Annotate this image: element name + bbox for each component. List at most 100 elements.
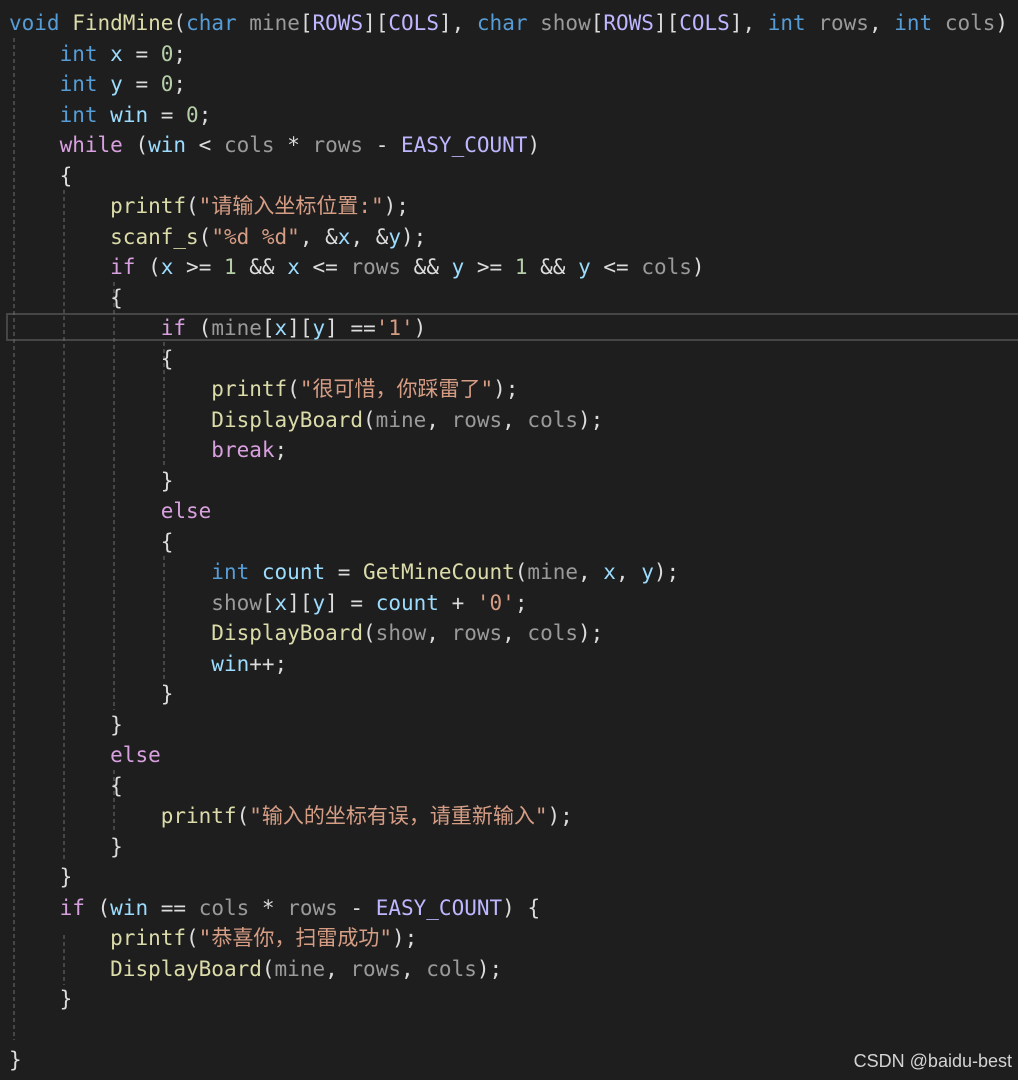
code-line[interactable]: { <box>9 161 73 192</box>
code-line[interactable]: } <box>9 679 174 710</box>
code-line[interactable]: int y = 0; <box>9 69 187 100</box>
code-token: rows <box>350 255 402 279</box>
code-line[interactable]: else <box>9 740 161 771</box>
code-line[interactable]: printf("很可惜，你踩雷了"); <box>9 374 518 405</box>
code-token: , <box>426 621 452 645</box>
code-line[interactable]: DisplayBoard(show, rows, cols); <box>9 618 603 649</box>
code-token: mine <box>211 316 262 340</box>
code-line[interactable]: { <box>9 283 123 314</box>
code-line[interactable]: } <box>9 832 123 863</box>
code-token: DisplayBoard <box>110 956 262 981</box>
code-token: , <box>502 621 528 645</box>
code-token: ) { <box>995 11 1009 35</box>
code-editor[interactable]: void FindMine(char mine[ROWS][COLS], cha… <box>0 0 1018 1080</box>
code-token: = <box>148 102 187 127</box>
code-token: x <box>337 224 351 249</box>
code-token: , <box>868 11 895 35</box>
code-line[interactable]: int count = GetMineCount(mine, x, y); <box>9 557 679 588</box>
code-token: ( <box>186 926 199 950</box>
code-line[interactable]: if (mine[x][y] =='1') <box>9 313 427 344</box>
code-token: ( <box>236 804 250 828</box>
code-token: int <box>211 560 250 584</box>
code-line[interactable]: scanf_s("%d %d", &x, &y); <box>9 222 426 253</box>
code-token: ); <box>476 956 503 981</box>
code-token: { <box>9 529 174 554</box>
code-token: win <box>110 102 149 127</box>
code-line[interactable]: { <box>9 771 123 802</box>
code-line[interactable]: win++; <box>9 649 287 680</box>
code-token: ); <box>578 621 604 645</box>
code-line[interactable]: while (win < cols * rows - EASY_COUNT) <box>9 130 541 161</box>
code-token: ][ <box>287 590 313 615</box>
code-token: count <box>261 560 326 584</box>
code-line[interactable]: } <box>9 862 73 893</box>
code-token: } <box>9 682 174 706</box>
code-token: win <box>211 651 250 676</box>
code-token: } <box>9 712 123 737</box>
code-token: { <box>9 773 123 798</box>
code-token: && <box>236 255 288 279</box>
code-line[interactable]: } <box>9 984 73 1015</box>
code-line[interactable]: if (x >= 1 && x <= rows && y >= 1 && y <… <box>9 252 704 283</box>
code-token: mine <box>527 560 578 584</box>
code-token: ; <box>514 590 528 615</box>
code-token: ( <box>198 224 212 249</box>
code-line[interactable]: printf("输入的坐标有误，请重新输入"); <box>9 801 573 832</box>
code-token: } <box>9 834 123 859</box>
code-line[interactable]: { <box>9 344 174 375</box>
code-token: ( <box>135 255 161 279</box>
code-token: && <box>401 255 452 279</box>
code-line[interactable]: DisplayBoard(mine, rows, cols); <box>9 405 603 436</box>
code-token: * <box>274 133 313 157</box>
code-token: printf <box>160 804 237 828</box>
code-line[interactable]: else <box>9 496 212 527</box>
code-token: - <box>363 133 401 157</box>
code-line[interactable]: printf("恭喜你，扫雷成功"); <box>9 923 417 954</box>
code-token: rows <box>451 621 503 645</box>
code-token: y <box>451 255 465 279</box>
code-line[interactable]: } <box>9 466 174 497</box>
code-line[interactable]: printf("请输入坐标位置:"); <box>9 191 409 222</box>
code-token: else <box>160 499 212 523</box>
code-token: printf <box>211 377 288 401</box>
code-token: >= <box>173 255 224 279</box>
code-token: } <box>9 1048 22 1072</box>
code-line[interactable]: break; <box>9 435 287 466</box>
code-line[interactable]: DisplayBoard(mine, rows, cols); <box>9 954 502 985</box>
code-token: ; <box>173 72 187 96</box>
code-token: DisplayBoard <box>211 621 364 645</box>
code-token: <= <box>299 255 351 279</box>
code-token: ] = <box>325 590 376 615</box>
code-token: y <box>110 72 123 96</box>
code-token: 0 <box>160 41 174 66</box>
code-line[interactable]: int x = 0; <box>9 39 187 70</box>
code-token: void <box>9 11 60 35</box>
code-line[interactable]: void FindMine(char mine[ROWS][COLS], cha… <box>9 8 1018 39</box>
code-line[interactable]: int win = 0; <box>9 100 212 131</box>
code-token: int <box>59 72 98 96</box>
code-token: { <box>9 285 123 310</box>
code-line[interactable]: { <box>9 527 174 558</box>
code-token: } <box>9 468 174 493</box>
code-token: ][ <box>287 316 313 340</box>
code-token: x <box>603 560 616 584</box>
code-token: cols <box>527 621 578 645</box>
code-line[interactable]: show[x][y] = count + '0'; <box>9 588 527 619</box>
code-line[interactable]: if (win == cols * rows - EASY_COUNT) { <box>9 893 541 924</box>
code-token: "恭喜你，扫雷成功" <box>198 926 392 950</box>
code-line[interactable]: } <box>9 710 123 741</box>
code-token: '1' <box>375 316 414 340</box>
code-line[interactable]: } <box>9 1045 22 1076</box>
code-token: '0' <box>476 590 515 615</box>
code-token: rows <box>451 407 503 432</box>
